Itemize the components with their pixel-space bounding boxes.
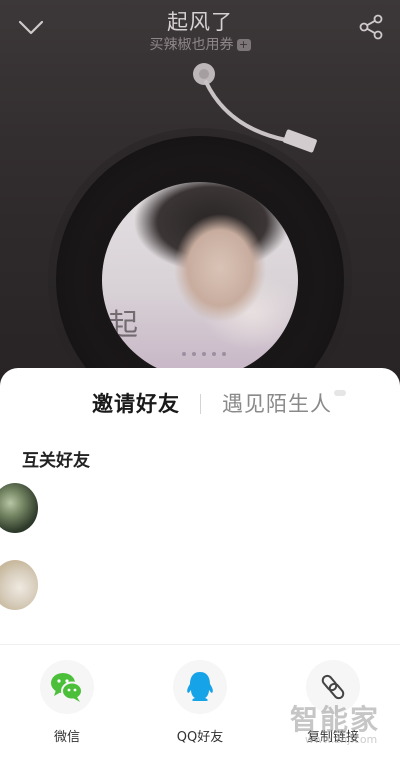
qq-icon-circle — [173, 660, 227, 714]
new-badge — [334, 390, 346, 396]
album-cover[interactable]: 起 — [102, 182, 298, 378]
share-wechat-label: 微信 — [53, 730, 80, 745]
artist-follow-badge[interactable]: + — [236, 39, 251, 51]
wechat-icon — [51, 673, 83, 702]
friend-avatar[interactable] — [0, 560, 38, 610]
share-wechat-button[interactable]: 微信 — [17, 660, 117, 745]
friend-avatar[interactable] — [0, 483, 38, 533]
qq-icon — [187, 672, 213, 701]
sheet-divider — [0, 644, 400, 645]
cover-calligraphy: 起 — [108, 308, 138, 343]
watermark-url: www.znj.com — [305, 733, 378, 746]
tab-divider — [200, 394, 201, 414]
song-title: 起风了 — [167, 10, 233, 34]
song-artist[interactable]: 买辣椒也用券 + — [0, 34, 400, 54]
watermark-text: 智能家 — [290, 703, 381, 736]
artist-name: 买辣椒也用券 — [149, 37, 234, 53]
share-qq-label: QQ好友 — [176, 730, 224, 745]
tab-meet-strangers[interactable]: 遇见陌生人 — [222, 388, 332, 418]
share-icon — [359, 14, 383, 40]
tab-invite-friends[interactable]: 邀请好友 — [92, 388, 180, 418]
share-qq-button[interactable]: QQ好友 — [150, 660, 250, 745]
cover-dots — [182, 352, 226, 356]
sheet-tabs: 邀请好友 遇见陌生人 — [0, 388, 400, 422]
share-button[interactable] — [356, 12, 386, 42]
section-title-mutual-friends: 互关好友 — [22, 451, 90, 471]
wechat-icon-circle — [40, 660, 94, 714]
